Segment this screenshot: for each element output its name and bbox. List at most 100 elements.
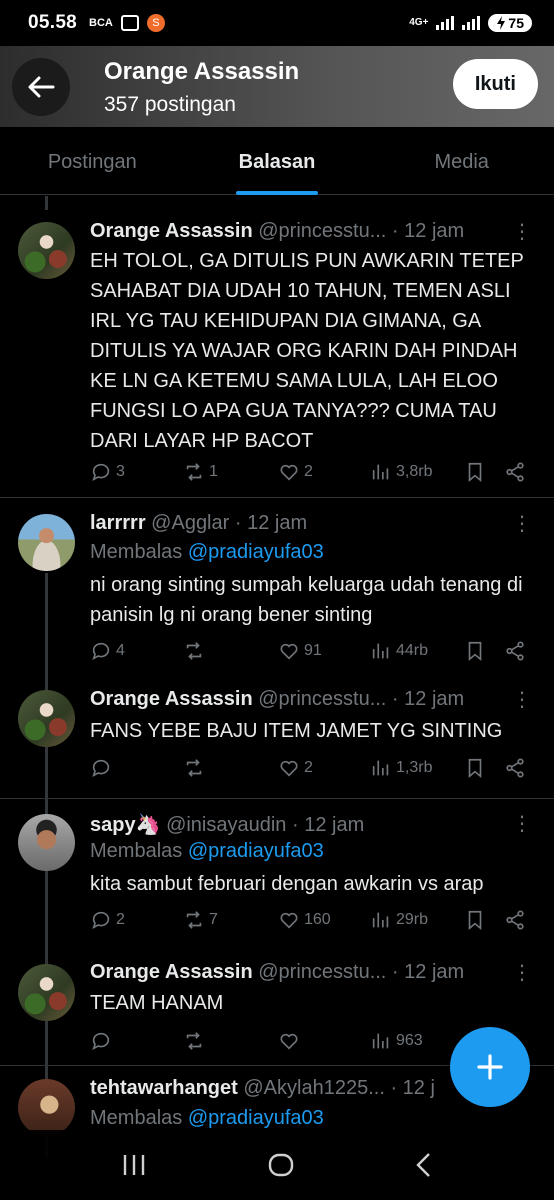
view-count: 3,8rb [396, 463, 433, 480]
repost-button[interactable]: 1 [183, 459, 218, 485]
shopee-app-icon: S [146, 14, 165, 32]
repost-button[interactable]: 7 [183, 907, 218, 933]
tab-posts[interactable]: Postingan [0, 127, 185, 194]
like-button[interactable]: 2 [278, 459, 313, 485]
avatar[interactable] [18, 814, 75, 871]
active-tab-indicator [236, 191, 318, 195]
battery-indicator: 75 [488, 14, 532, 32]
arrow-left-icon [28, 76, 55, 98]
views-button[interactable]: 3,8rb [370, 459, 432, 485]
divider [0, 798, 554, 799]
back-button[interactable] [12, 58, 70, 116]
repost-button[interactable] [183, 638, 209, 664]
timestamp[interactable]: · 12 jam [392, 961, 464, 983]
author-name[interactable]: tehtawarhanget [90, 1077, 238, 1099]
more-dots-icon[interactable]: ⋮ [512, 814, 532, 834]
tweet-text: kita sambut februari dengan awkarin vs a… [90, 873, 484, 895]
share-button[interactable] [504, 907, 526, 933]
share-icon [506, 641, 524, 661]
repost-icon [186, 1032, 202, 1050]
bookmark-button[interactable] [464, 459, 486, 485]
tab-media[interactable]: Media [369, 127, 554, 194]
reply-button[interactable]: 4 [90, 638, 125, 664]
bookmark-button[interactable] [464, 907, 486, 933]
views-chart-icon [372, 464, 389, 480]
like-button[interactable] [278, 1028, 304, 1054]
repost-count: 7 [209, 911, 218, 928]
timestamp[interactable]: · 12 jam [392, 220, 464, 242]
tweet[interactable]: Orange Assassin @princesstu... · 12 jam … [0, 680, 554, 796]
tab-replies[interactable]: Balasan [185, 127, 370, 195]
tweet-meta: Orange Assassin @princesstu... · 12 jam [90, 688, 464, 711]
views-chart-icon [372, 643, 389, 659]
views-chart-icon [372, 760, 389, 776]
view-count: 963 [396, 1032, 423, 1049]
tweet[interactable]: larrrrr @Agglar · 12 jam ⋮ Membalas @pra… [0, 498, 554, 688]
repost-button[interactable] [183, 755, 209, 781]
author-handle[interactable]: @princesstu... [258, 961, 386, 983]
tweet-meta: Orange Assassin @princesstu... · 12 jam [90, 220, 464, 243]
timestamp[interactable]: · 12 jam [292, 814, 364, 836]
author-handle[interactable]: @Agglar [151, 512, 229, 534]
author-handle[interactable]: @princesstu... [258, 220, 386, 242]
author-name[interactable]: sapy🦄 [90, 814, 161, 836]
heart-icon [280, 912, 298, 929]
bookmark-button[interactable] [464, 638, 486, 664]
share-button[interactable] [504, 755, 526, 781]
author-name[interactable]: Orange Assassin [90, 220, 253, 242]
replying-to-link[interactable]: @pradiayufa03 [188, 1107, 324, 1129]
more-dots-icon[interactable]: ⋮ [512, 690, 532, 710]
avatar[interactable] [18, 964, 75, 1021]
like-button[interactable]: 91 [278, 638, 322, 664]
follow-button[interactable]: Ikuti [452, 59, 538, 109]
repost-icon [186, 463, 202, 481]
comment-icon [92, 642, 110, 660]
avatar[interactable] [18, 222, 75, 279]
tweet-text: ni orang sinting sumpah keluarga udah te… [90, 574, 523, 626]
views-button[interactable]: 1,3rb [370, 755, 432, 781]
author-handle[interactable]: @inisayaudin [166, 814, 286, 836]
comment-icon [92, 1032, 110, 1050]
heart-icon [280, 464, 298, 481]
replying-to-link[interactable]: @pradiayufa03 [188, 840, 324, 862]
reply-button[interactable]: 2 [90, 907, 125, 933]
author-handle[interactable]: @princesstu... [258, 688, 386, 710]
view-count: 29rb [396, 911, 429, 928]
more-dots-icon[interactable]: ⋮ [512, 963, 532, 983]
like-button[interactable]: 2 [278, 755, 313, 781]
recent-apps-icon[interactable] [120, 1153, 148, 1177]
heart-icon [280, 643, 298, 660]
views-button[interactable]: 29rb [370, 907, 428, 933]
reply-button[interactable]: 3 [90, 459, 125, 485]
tweet[interactable]: Orange Assassin @princesstu... · 12 jam … [0, 196, 554, 496]
reply-button[interactable] [90, 1028, 116, 1054]
timestamp[interactable]: · 12 j [390, 1077, 434, 1099]
more-dots-icon[interactable]: ⋮ [512, 514, 532, 534]
bookmark-button[interactable] [464, 755, 486, 781]
author-name[interactable]: larrrrr [90, 512, 146, 534]
avatar[interactable] [18, 1079, 75, 1136]
avatar[interactable] [18, 690, 75, 747]
back-nav-icon[interactable] [414, 1151, 434, 1179]
more-dots-icon[interactable]: ⋮ [512, 222, 532, 242]
author-name[interactable]: Orange Assassin [90, 688, 253, 710]
share-button[interactable] [504, 459, 526, 485]
share-button[interactable] [504, 638, 526, 664]
timestamp[interactable]: · 12 jam [235, 512, 307, 534]
compose-button[interactable] [450, 1027, 530, 1107]
like-button[interactable]: 160 [278, 907, 331, 933]
replying-to-link[interactable]: @pradiayufa03 [188, 541, 324, 563]
home-icon[interactable] [267, 1151, 295, 1179]
views-button[interactable]: 963 [370, 1028, 423, 1054]
author-name[interactable]: Orange Assassin [90, 961, 253, 983]
reply-button[interactable] [90, 755, 116, 781]
avatar[interactable] [18, 514, 75, 571]
repost-button[interactable] [183, 1028, 209, 1054]
author-handle[interactable]: @Akylah1225... [243, 1077, 385, 1099]
comment-icon [92, 911, 110, 929]
charging-bolt-icon [497, 16, 506, 30]
views-button[interactable]: 44rb [370, 638, 428, 664]
timestamp[interactable]: · 12 jam [392, 688, 464, 710]
bookmark-icon [468, 758, 482, 779]
tweet[interactable]: sapy🦄 @inisayaudin · 12 jam ⋮ Membalas @… [0, 800, 554, 960]
